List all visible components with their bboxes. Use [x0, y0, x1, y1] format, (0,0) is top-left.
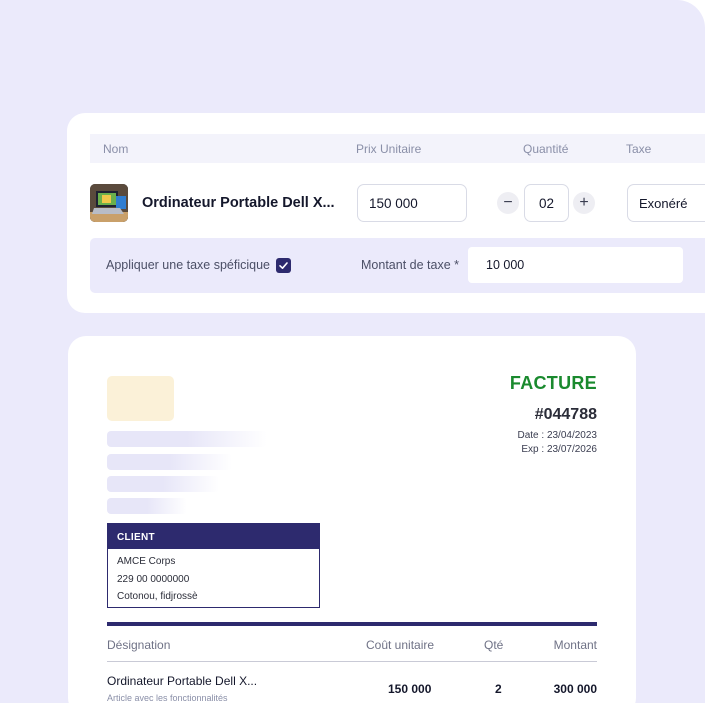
tax-select[interactable]: Exonéré	[627, 184, 705, 222]
quantity-input[interactable]: 02	[524, 184, 569, 222]
column-tax: Taxe	[626, 142, 652, 156]
item-editor-card: Nom Prix Unitaire Quantité Taxe Ordinate…	[67, 113, 705, 313]
quantity-value: 02	[538, 196, 555, 211]
company-line-placeholder	[107, 498, 187, 514]
check-icon	[279, 262, 288, 269]
item-description: Article avec les fonctionnalités	[107, 693, 228, 703]
apply-tax-label: Appliquer une taxe spéficique	[106, 258, 271, 272]
product-name: Ordinateur Portable Dell X...	[142, 195, 335, 211]
client-box: CLIENT AMCE Corps 229 00 0000000 Cotonou…	[107, 523, 320, 608]
column-qty: Qté	[484, 638, 504, 652]
tax-select-value: Exonéré	[639, 196, 688, 211]
product-row: Ordinateur Portable Dell X... 150 000 − …	[90, 183, 705, 223]
tax-amount-value: 10 000	[486, 258, 525, 272]
product-thumbnail	[90, 184, 128, 222]
increment-button[interactable]: +	[573, 192, 595, 214]
company-line-placeholder	[107, 454, 232, 470]
invoice-title: FACTURE	[509, 373, 597, 393]
item-amount: 300 000	[553, 682, 597, 696]
client-address: Cotonou, fidjrossè	[117, 591, 198, 602]
column-name: Nom	[103, 142, 129, 156]
column-designation: Désignation	[107, 638, 171, 652]
tax-amount-label: Montant de taxe *	[361, 258, 459, 272]
table-header-divider	[107, 661, 597, 662]
unit-price-value: 150 000	[369, 196, 418, 211]
unit-price-input[interactable]: 150 000	[357, 184, 467, 222]
column-unit-cost: Coût unitaire	[366, 638, 435, 652]
invoice-dates: Date : 23/04/2023 Exp : 23/07/2026	[517, 429, 597, 457]
company-line-placeholder	[107, 431, 267, 447]
client-name: AMCE Corps	[117, 556, 176, 567]
items-table-header: Nom Prix Unitaire Quantité Taxe	[90, 134, 705, 163]
invoice-preview: FACTURE #044788 Date : 23/04/2023 Exp : …	[68, 336, 636, 716]
tax-amount-input[interactable]: 10 000	[468, 247, 683, 283]
decrement-button[interactable]: −	[497, 192, 519, 214]
column-quantity: Quantité	[523, 142, 569, 156]
column-amount: Montant	[553, 638, 597, 652]
item-qty: 2	[495, 682, 502, 696]
company-line-placeholder	[107, 476, 219, 492]
specific-tax-row: Appliquer une taxe spéficique Montant de…	[90, 238, 705, 293]
invoice-date: Date : 23/04/2023	[517, 430, 597, 441]
apply-tax-checkbox[interactable]	[276, 258, 291, 273]
table-top-rule	[107, 622, 597, 626]
invoice-expiry: Exp : 23/07/2026	[521, 444, 597, 455]
logo-placeholder	[107, 376, 174, 421]
invoice-number: #044788	[534, 406, 597, 423]
column-unit-price: Prix Unitaire	[356, 142, 422, 156]
client-phone: 229 00 0000000	[117, 574, 190, 585]
client-header: CLIENT	[108, 524, 319, 549]
item-name: Ordinateur Portable Dell X...	[107, 674, 258, 688]
item-unit-cost: 150 000	[388, 682, 432, 696]
